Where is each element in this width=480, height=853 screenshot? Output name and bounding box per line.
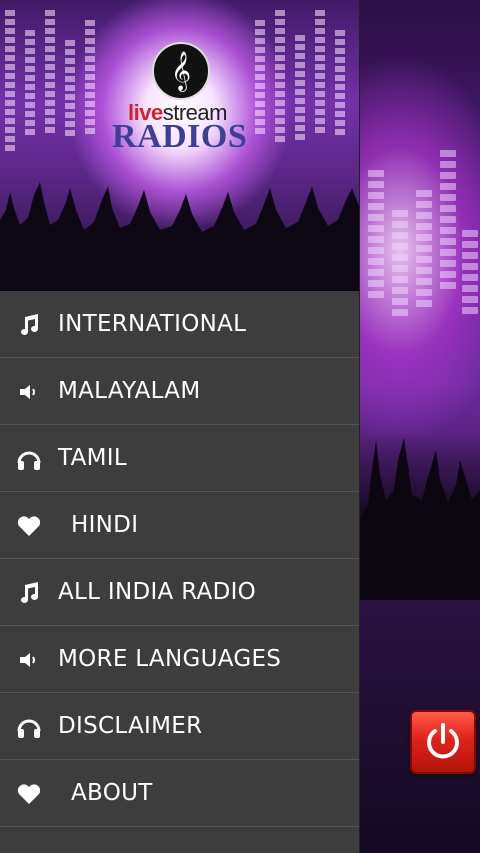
headphones-icon bbox=[15, 445, 43, 473]
treble-clef-icon: 𝄞 bbox=[152, 42, 210, 100]
menu-item-label: TAMIL bbox=[58, 445, 127, 471]
menu-item-label: ABOUT bbox=[71, 780, 153, 806]
menu-item-more-languages[interactable]: MORE LANGUAGES bbox=[0, 626, 359, 693]
menu-item-hindi[interactable]: HINDI bbox=[0, 492, 359, 559]
heart-icon bbox=[15, 780, 43, 808]
logo-radios: RADIOS bbox=[112, 118, 248, 155]
music-note-icon bbox=[15, 311, 43, 339]
speaker-icon bbox=[15, 378, 43, 406]
power-icon bbox=[427, 723, 459, 759]
menu-item-international[interactable]: INTERNATIONAL bbox=[0, 291, 359, 358]
drawer-header: 𝄞 livestream RADIOS bbox=[0, 0, 359, 291]
headphones-icon bbox=[15, 713, 43, 741]
drawer-menu: INTERNATIONAL MALAYALAM TAMIL HINDI ALL … bbox=[0, 291, 359, 827]
menu-item-label: MORE LANGUAGES bbox=[58, 646, 282, 672]
menu-item-all-india-radio[interactable]: ALL INDIA RADIO bbox=[0, 559, 359, 626]
menu-item-about[interactable]: ABOUT bbox=[0, 760, 359, 827]
menu-item-malayalam[interactable]: MALAYALAM bbox=[0, 358, 359, 425]
menu-item-label: MALAYALAM bbox=[58, 378, 201, 404]
power-button[interactable] bbox=[410, 710, 476, 774]
menu-item-tamil[interactable]: TAMIL bbox=[0, 425, 359, 492]
crowd-silhouette bbox=[360, 430, 480, 600]
navigation-drawer: 𝄞 livestream RADIOS INTERNATIONAL MALAYA… bbox=[0, 0, 360, 853]
menu-item-disclaimer[interactable]: DISCLAIMER bbox=[0, 693, 359, 760]
menu-item-label: ALL INDIA RADIO bbox=[58, 579, 257, 605]
menu-item-label: HINDI bbox=[71, 512, 139, 538]
heart-icon bbox=[15, 512, 43, 540]
header-crowd-silhouette bbox=[0, 182, 359, 291]
menu-item-label: INTERNATIONAL bbox=[58, 311, 247, 337]
menu-item-label: DISCLAIMER bbox=[58, 713, 203, 739]
music-note-icon bbox=[15, 579, 43, 607]
speaker-icon bbox=[15, 646, 43, 674]
